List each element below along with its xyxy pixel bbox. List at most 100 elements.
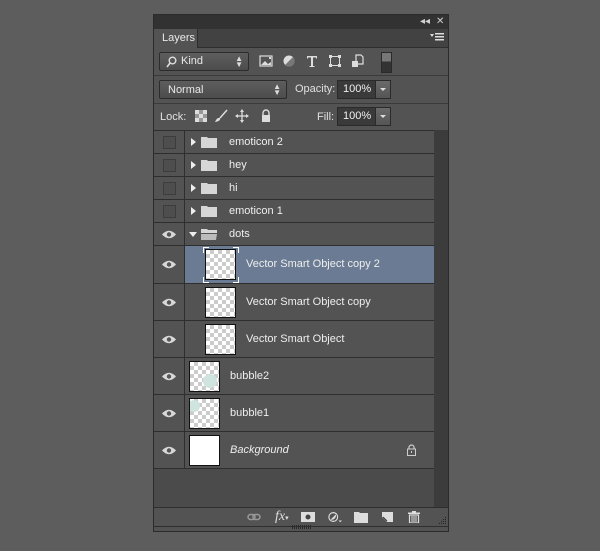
select-arrows-icon: ▲ ▼ <box>273 82 281 97</box>
eye-icon[interactable] <box>162 372 176 381</box>
lock-image-pixels-icon[interactable] <box>214 109 228 123</box>
layer-thumbnail[interactable] <box>189 361 220 392</box>
blend-mode-select[interactable]: Normal ▲ ▼ <box>159 80 287 99</box>
add-mask-icon[interactable] <box>301 511 315 523</box>
filter-row: Kind ▲ ▼ <box>154 48 448 75</box>
close-icon[interactable]: ✕ <box>436 15 444 29</box>
layer-thumbnail[interactable] <box>189 435 220 466</box>
panel-resize-handle[interactable] <box>292 525 312 529</box>
layer-name: Vector Smart Object copy 2 <box>246 258 380 270</box>
tab-bar: Layers <box>154 29 448 48</box>
layer-row[interactable]: bubble1 <box>154 395 434 432</box>
layer-name: bubble1 <box>230 407 270 419</box>
shape-filter-icon[interactable] <box>328 54 342 68</box>
folder-icon <box>201 160 217 171</box>
bubble-shape <box>190 400 200 412</box>
new-adjustment-layer-icon[interactable] <box>328 511 342 523</box>
layer-thumbnail[interactable] <box>189 398 220 429</box>
layer-row-selected[interactable]: Vector Smart Object copy 2 <box>154 246 434 284</box>
layer-thumbnail[interactable] <box>205 324 236 355</box>
fill-dropdown-button[interactable] <box>375 107 391 126</box>
visibility-toggle[interactable] <box>154 284 185 320</box>
layer-row[interactable]: emoticon 2 <box>154 131 434 154</box>
fill-field[interactable]: 100% <box>337 107 391 126</box>
hidden-checkbox[interactable] <box>163 182 176 195</box>
layer-name: hey <box>229 159 247 171</box>
layer-row[interactable]: emoticon 1 <box>154 200 434 223</box>
selection-corner <box>233 247 239 253</box>
layer-row[interactable]: Background <box>154 432 434 469</box>
double-chevron-left-icon[interactable]: ◂◂ <box>420 15 430 29</box>
layers-scrollbar[interactable] <box>434 130 448 507</box>
eye-icon[interactable] <box>162 230 176 239</box>
tab-layers[interactable]: Layers <box>154 29 198 48</box>
layer-thumbnail[interactable] <box>205 249 236 280</box>
visibility-toggle[interactable] <box>154 200 185 222</box>
expand-arrow-icon[interactable] <box>191 161 196 169</box>
layer-name: hi <box>229 182 238 194</box>
selection-corner <box>233 277 239 283</box>
layer-thumbnail[interactable] <box>205 287 236 318</box>
select-arrows-icon: ▲ ▼ <box>235 54 243 69</box>
layer-row[interactable]: Vector Smart Object copy <box>154 284 434 321</box>
eye-icon[interactable] <box>162 298 176 307</box>
lock-position-icon[interactable] <box>235 109 249 123</box>
selection-corner <box>203 247 209 253</box>
visibility-toggle[interactable] <box>154 432 185 468</box>
eye-icon[interactable] <box>162 409 176 418</box>
layer-row[interactable]: hey <box>154 154 434 177</box>
delete-layer-icon[interactable] <box>407 511 421 523</box>
layer-row[interactable]: bubble2 <box>154 358 434 395</box>
blend-mode-value: Normal <box>168 84 204 96</box>
panel-titlebar: ◂◂ ✕ <box>154 15 448 29</box>
layer-name: emoticon 2 <box>229 136 283 148</box>
opacity-label: Opacity: <box>295 83 336 95</box>
visibility-toggle[interactable] <box>154 358 185 394</box>
panel-menu-icon[interactable] <box>430 32 444 42</box>
resize-grip-icon[interactable] <box>439 517 447 525</box>
opacity-dropdown-button[interactable] <box>375 80 391 99</box>
layer-row[interactable]: hi <box>154 177 434 200</box>
collapse-arrow-icon[interactable] <box>189 232 197 237</box>
link-layers-icon[interactable] <box>247 511 261 523</box>
layer-name: Vector Smart Object copy <box>246 296 371 308</box>
eye-icon[interactable] <box>162 446 176 455</box>
opacity-field[interactable]: 100% <box>337 80 391 99</box>
visibility-toggle[interactable] <box>154 395 185 431</box>
pixel-filter-icon[interactable] <box>259 54 273 68</box>
visibility-toggle[interactable] <box>154 223 185 245</box>
eye-icon[interactable] <box>162 335 176 344</box>
new-group-icon[interactable] <box>354 511 368 523</box>
layer-style-fx-icon[interactable]: fx▾ <box>275 509 289 525</box>
layers-panel: ◂◂ ✕ Layers Kind ▲ ▼ Normal ▲ ▼ Opacity:… <box>153 14 449 532</box>
layer-row[interactable]: Vector Smart Object <box>154 321 434 358</box>
layer-row[interactable]: dots <box>154 223 434 246</box>
lock-transparent-pixels-icon[interactable] <box>194 109 208 123</box>
selection-corner <box>203 277 209 283</box>
eye-icon[interactable] <box>162 260 176 269</box>
filter-toggle-switch[interactable] <box>381 52 392 73</box>
adjustment-filter-icon[interactable] <box>282 54 296 68</box>
visibility-toggle[interactable] <box>154 131 185 153</box>
hidden-checkbox[interactable] <box>163 159 176 172</box>
lock-all-icon[interactable] <box>259 109 273 123</box>
hidden-checkbox[interactable] <box>163 205 176 218</box>
layer-name: bubble2 <box>230 370 270 382</box>
visibility-toggle[interactable] <box>154 321 185 357</box>
hidden-checkbox[interactable] <box>163 136 176 149</box>
visibility-toggle[interactable] <box>154 246 185 283</box>
folder-icon <box>201 183 217 194</box>
expand-arrow-icon[interactable] <box>191 207 196 215</box>
smart-object-filter-icon[interactable] <box>351 54 365 68</box>
search-icon <box>166 56 177 68</box>
expand-arrow-icon[interactable] <box>191 138 196 146</box>
filter-type-select[interactable]: Kind ▲ ▼ <box>159 52 249 71</box>
expand-arrow-icon[interactable] <box>191 184 196 192</box>
visibility-toggle[interactable] <box>154 154 185 176</box>
lock-icon <box>407 444 416 456</box>
layer-name: Vector Smart Object <box>246 333 345 345</box>
visibility-toggle[interactable] <box>154 177 185 199</box>
type-filter-icon[interactable] <box>305 54 319 68</box>
lock-label: Lock: <box>160 111 187 123</box>
new-layer-icon[interactable] <box>380 511 394 523</box>
